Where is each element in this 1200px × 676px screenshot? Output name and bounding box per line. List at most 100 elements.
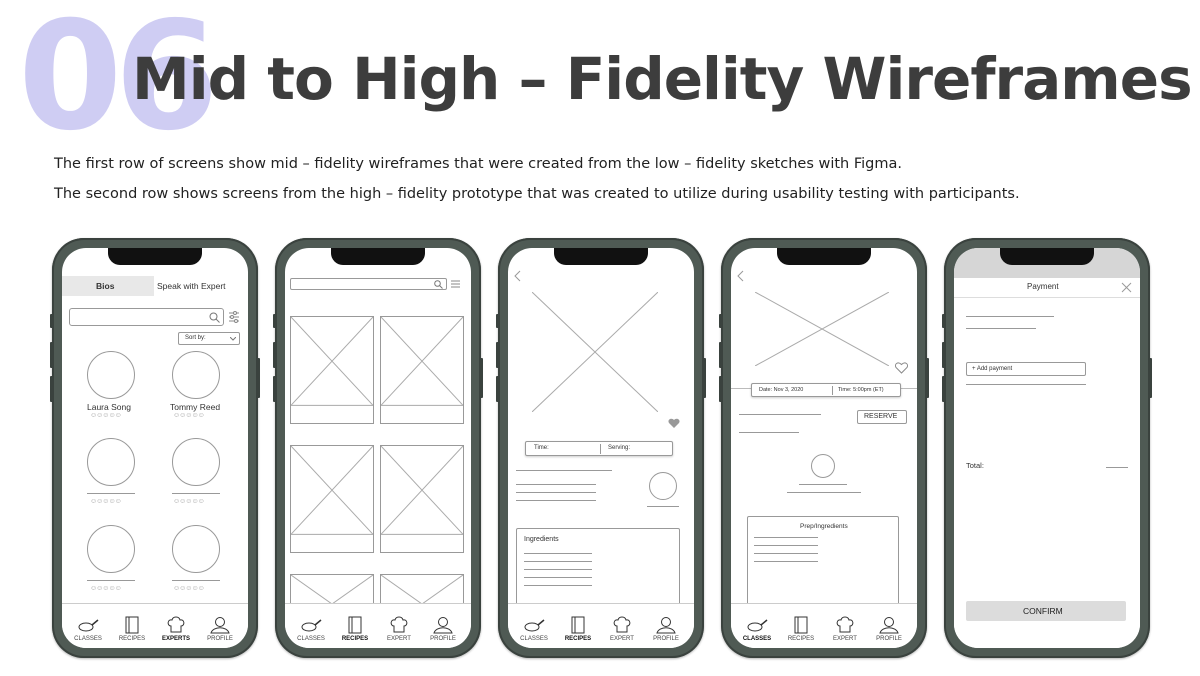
side-button [703, 358, 706, 398]
tab-profile[interactable]: PROFILE [644, 616, 688, 642]
avatar[interactable] [172, 351, 220, 399]
avatar[interactable] [87, 438, 135, 486]
phone-payment: Payment + Add payment Total: CONFIRM [942, 238, 1152, 658]
tab-classes[interactable]: CLASSES [735, 616, 779, 642]
tab-label: EXPERT [833, 636, 857, 642]
text-placeholder [516, 470, 612, 471]
recipe-book-icon [571, 616, 585, 634]
name-placeholder [799, 484, 847, 485]
close-icon[interactable] [1121, 282, 1132, 293]
tab-label: PROFILE [653, 636, 679, 642]
tab-bar: CLASSES RECIPES EXPERT PROFILE [731, 603, 917, 648]
tab-label: EXPERT [387, 636, 411, 642]
avatar[interactable] [649, 472, 677, 500]
tab-recipes[interactable]: RECIPES [333, 616, 377, 642]
recipe-card[interactable] [290, 316, 374, 424]
add-payment-label: + Add payment [972, 366, 1013, 372]
recipe-card[interactable] [290, 445, 374, 553]
rating-stars: ☺☺☺☺☺ [90, 585, 122, 592]
text-placeholder [739, 432, 799, 433]
sort-dropdown[interactable]: Sort by: [178, 332, 240, 345]
side-button [719, 342, 722, 368]
tab-recipes[interactable]: RECIPES [110, 616, 154, 642]
tab-speak-with-expert[interactable]: Speak with Expert [154, 276, 248, 296]
side-button [942, 376, 945, 402]
recipe-card[interactable] [380, 445, 464, 553]
search-input[interactable] [290, 278, 447, 290]
avatar[interactable] [172, 438, 220, 486]
tab-label: PROFILE [876, 636, 902, 642]
tab-label: CLASSES [742, 636, 772, 642]
image-placeholder [755, 292, 889, 366]
expert-name: Laura Song [87, 402, 131, 412]
add-payment-button[interactable]: + Add payment [966, 362, 1086, 376]
side-button [480, 358, 483, 398]
search-icon [434, 280, 443, 289]
tab-classes[interactable]: CLASSES [66, 616, 110, 642]
rating-stars: ☺☺☺☺☺ [90, 498, 122, 505]
tab-label: RECIPES [118, 636, 146, 642]
phone-class-detail: Date: Nov 3, 2020 Time: 5:00pm (ET) RESE… [719, 238, 929, 658]
pan-icon [524, 619, 545, 632]
recipe-card[interactable] [380, 316, 464, 424]
text-placeholder [966, 328, 1036, 329]
text-placeholder [739, 414, 821, 415]
tab-label: CLASSES [74, 636, 102, 642]
confirm-label: CONFIRM [1023, 606, 1063, 616]
side-button [273, 342, 276, 368]
side-button [942, 314, 945, 328]
back-icon[interactable] [737, 270, 745, 282]
tab-profile[interactable]: PROFILE [421, 616, 465, 642]
tab-experts[interactable]: EXPERTS [154, 616, 198, 642]
tab-profile[interactable]: PROFILE [867, 616, 911, 642]
tab-label: RECIPES [341, 636, 369, 642]
screen: Time: Serving: Ingredients CLASSES RECIP… [508, 248, 694, 648]
heart-icon[interactable] [895, 362, 908, 374]
name-placeholder [647, 506, 679, 507]
prep-title: Prep/Ingredients [800, 523, 848, 530]
back-icon[interactable] [514, 270, 522, 282]
filter-icon[interactable] [450, 278, 461, 290]
tab-expert[interactable]: EXPERT [600, 616, 644, 642]
name-placeholder [172, 493, 220, 494]
reserve-button[interactable]: RESERVE [857, 410, 907, 424]
notch [777, 248, 871, 265]
rating-stars: ☺☺☺☺☺ [90, 412, 122, 419]
confirm-button[interactable]: CONFIRM [966, 601, 1126, 621]
image-placeholder [532, 292, 658, 412]
tab-classes[interactable]: CLASSES [512, 616, 556, 642]
tab-profile[interactable]: PROFILE [198, 616, 242, 642]
pan-icon [78, 619, 99, 632]
tab-label: EXPERTS [161, 636, 190, 642]
filter-icon[interactable] [228, 310, 240, 324]
serving-label: Serving: [608, 445, 631, 451]
profile-icon [433, 617, 453, 634]
tab-expert[interactable]: EXPERT [823, 616, 867, 642]
tab-label: EXPERT [610, 636, 634, 642]
tab-recipes[interactable]: RECIPES [556, 616, 600, 642]
tab-speak-label: Speak with Expert [157, 281, 226, 291]
screen: CLASSES RECIPES EXPERT PROFILE [285, 248, 471, 648]
avatar[interactable] [172, 525, 220, 573]
screen: Payment + Add payment Total: CONFIRM [954, 248, 1140, 648]
rating-stars: ☺☺☺☺☺ [173, 412, 205, 419]
heart-icon[interactable] [668, 418, 680, 429]
tab-expert[interactable]: EXPERT [377, 616, 421, 642]
avatar[interactable] [811, 454, 835, 478]
time-label: Time: [534, 445, 549, 451]
tab-classes[interactable]: CLASSES [289, 616, 333, 642]
tab-bios[interactable]: Bios [62, 276, 154, 296]
recipe-book-icon [125, 616, 139, 634]
chef-hat-icon [167, 616, 185, 633]
search-input[interactable] [69, 308, 224, 326]
chevron-down-icon [230, 337, 236, 341]
side-button [496, 376, 499, 402]
phone-experts: Bios Speak with Expert Sort by: Laura So… [50, 238, 260, 658]
notch [331, 248, 425, 265]
tab-recipes[interactable]: RECIPES [779, 616, 823, 642]
sort-label: Sort by: [185, 335, 206, 341]
side-button [50, 376, 53, 402]
avatar[interactable] [87, 351, 135, 399]
avatar[interactable] [87, 525, 135, 573]
profile-icon [210, 617, 230, 634]
